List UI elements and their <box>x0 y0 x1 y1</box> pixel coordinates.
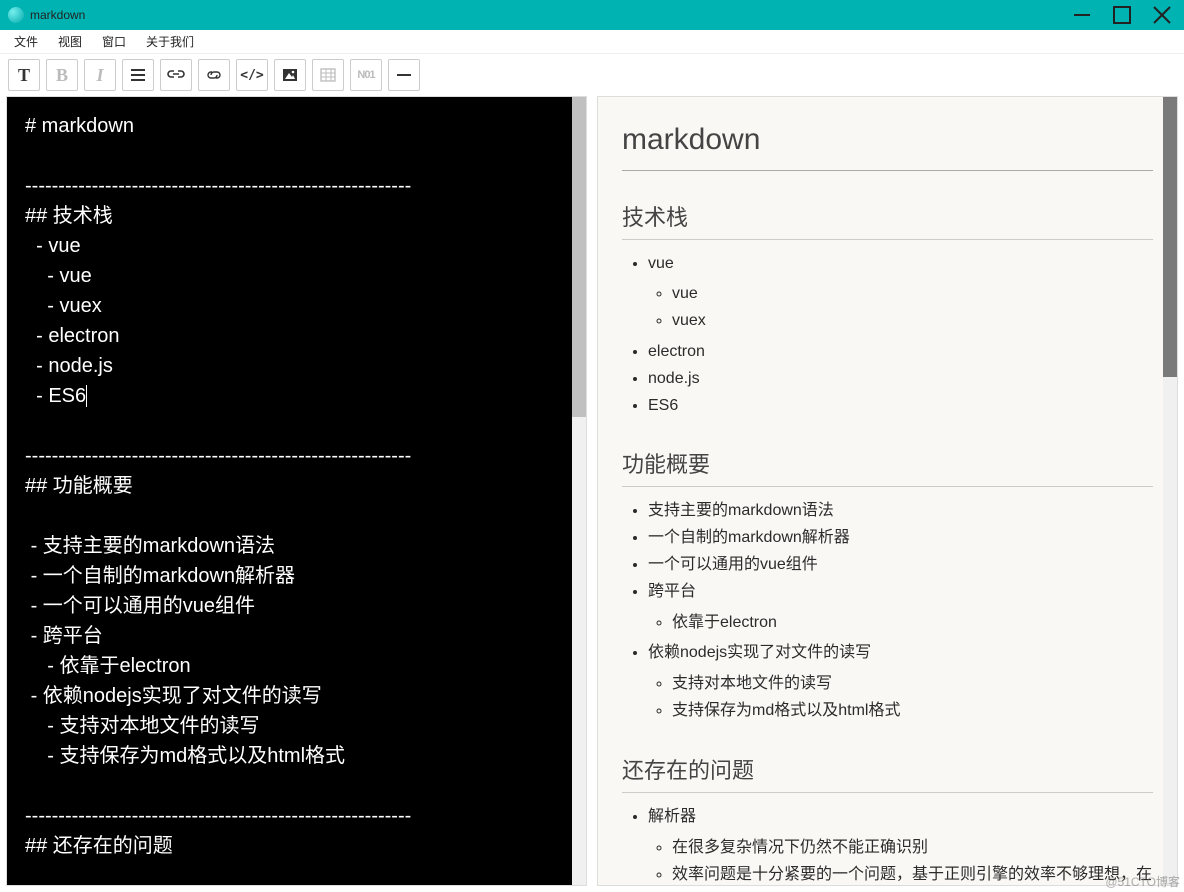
list-item: 支持主要的markdown语法 <box>648 499 1153 524</box>
preview-h1: markdown <box>622 117 1153 171</box>
numbered-button[interactable]: N01 <box>350 59 382 91</box>
preview-list: vuevuevuex electronnode.jsES6 <box>622 252 1153 419</box>
preview-h2: 功能概要 <box>622 448 1153 487</box>
columns: # markdown -----------------------------… <box>0 96 1184 892</box>
list-item: 依赖nodejs实现了对文件的读写支持对本地文件的读写支持保存为md格式以及ht… <box>648 641 1153 723</box>
editor-scrollbar-thumb[interactable] <box>572 97 586 417</box>
app-icon <box>8 7 24 23</box>
code-icon: </> <box>240 68 263 83</box>
menubar: 文件 视图 窗口 关于我们 <box>0 30 1184 54</box>
menu-file[interactable]: 文件 <box>4 31 48 52</box>
list-item: node.js <box>648 367 1153 392</box>
watermark: @51CTO博客 <box>1105 873 1180 890</box>
titlebar: markdown <box>0 0 1184 30</box>
preview-list: 依靠于electron <box>648 611 1153 636</box>
list-item: 支持保存为md格式以及html格式 <box>672 699 1153 724</box>
preview-list: 在很多复杂情况下仍然不能正确识别效率问题是十分紧要的一个问题，基于正则引擎的效率… <box>648 836 1153 885</box>
menu-window[interactable]: 窗口 <box>92 31 136 52</box>
preview-scrollbar[interactable] <box>1163 97 1177 885</box>
minimize-button[interactable] <box>1072 5 1092 25</box>
link-icon <box>167 66 185 84</box>
preview-list: 支持主要的markdown语法一个自制的markdown解析器一个可以通用的vu… <box>622 499 1153 723</box>
hr-icon <box>395 66 413 84</box>
list-item: 效率问题是十分紧要的一个问题，基于正则引擎的效率不够理想，在文件变大的情况下会卡… <box>672 863 1153 885</box>
image-button[interactable] <box>274 59 306 91</box>
preview-list: 解析器在很多复杂情况下仍然不能正确识别效率问题是十分紧要的一个问题，基于正则引擎… <box>622 805 1153 885</box>
list-button[interactable] <box>122 59 154 91</box>
list-item: 跨平台依靠于electron <box>648 580 1153 636</box>
list-item: 一个可以通用的vue组件 <box>648 553 1153 578</box>
anchor-button[interactable] <box>198 59 230 91</box>
bold-button[interactable]: B <box>46 59 78 91</box>
editor[interactable]: # markdown -----------------------------… <box>7 97 586 885</box>
toolbar: T B I </> N01 <box>0 54 1184 96</box>
list-item: vuex <box>672 309 1153 334</box>
maximize-button[interactable] <box>1112 5 1132 25</box>
list-item: 支持对本地文件的读写 <box>672 672 1153 697</box>
menu-view[interactable]: 视图 <box>48 31 92 52</box>
table-icon <box>319 66 337 84</box>
list-item: ES6 <box>648 394 1153 419</box>
preview-h2: 技术栈 <box>622 201 1153 240</box>
preview-scrollbar-thumb[interactable] <box>1163 97 1177 377</box>
window-title: markdown <box>30 8 85 22</box>
preview: markdown 技术栈 vuevuevuex electronnode.jsES6… <box>598 97 1177 885</box>
list-item: 解析器在很多复杂情况下仍然不能正确识别效率问题是十分紧要的一个问题，基于正则引擎… <box>648 805 1153 885</box>
table-button[interactable] <box>312 59 344 91</box>
preview-h2: 还存在的问题 <box>622 754 1153 793</box>
list-item: vue <box>672 282 1153 307</box>
close-button[interactable] <box>1152 5 1172 25</box>
image-icon <box>281 66 299 84</box>
heading-icon: T <box>18 65 30 86</box>
preview-pane: markdown 技术栈 vuevuevuex electronnode.jsES6… <box>597 96 1178 886</box>
heading-button[interactable]: T <box>8 59 40 91</box>
editor-scrollbar[interactable] <box>572 97 586 885</box>
list-item: 在很多复杂情况下仍然不能正确识别 <box>672 836 1153 861</box>
link-button[interactable] <box>160 59 192 91</box>
menu-about[interactable]: 关于我们 <box>136 31 204 52</box>
preview-list: vuevuex <box>648 282 1153 334</box>
hr-button[interactable] <box>388 59 420 91</box>
list-item: 依靠于electron <box>672 611 1153 636</box>
window-controls <box>1072 5 1172 25</box>
list-item: 一个自制的markdown解析器 <box>648 526 1153 551</box>
numbered-icon: N01 <box>357 69 374 81</box>
code-button[interactable]: </> <box>236 59 268 91</box>
list-icon <box>129 66 147 84</box>
italic-button[interactable]: I <box>84 59 116 91</box>
anchor-icon <box>205 66 223 84</box>
italic-icon: I <box>96 65 103 86</box>
preview-list: 支持对本地文件的读写支持保存为md格式以及html格式 <box>648 672 1153 724</box>
list-item: vuevuevuex <box>648 252 1153 334</box>
list-item: electron <box>648 340 1153 365</box>
editor-pane: # markdown -----------------------------… <box>6 96 587 886</box>
bold-icon: B <box>56 65 68 86</box>
